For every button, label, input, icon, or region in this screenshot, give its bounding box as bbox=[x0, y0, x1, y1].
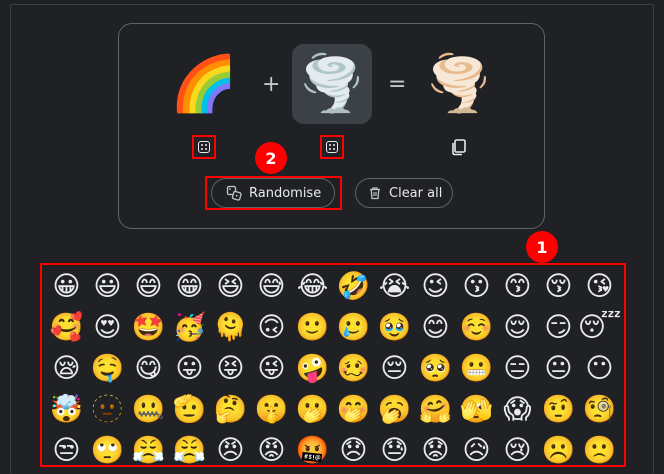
emoji-grid-cell[interactable]: 😬 bbox=[456, 348, 497, 389]
emoji-grid-cell[interactable]: 😌 bbox=[497, 307, 538, 348]
emoji-grid-cell[interactable]: 😃 bbox=[87, 266, 128, 307]
emoji-grid-cell[interactable]: 😶 bbox=[579, 348, 620, 389]
emoji-grid-cell[interactable]: 🙄 bbox=[87, 430, 128, 471]
emoji-grid-cell[interactable]: 😓 bbox=[374, 430, 415, 471]
emoji-grid-cell[interactable]: 🥴 bbox=[333, 348, 374, 389]
emoji-grid-highlight-box: 😀 😃 😄 😁 😆 😅 😂 🤣 😭 😉 😗 😙 😚 😘 🥰 😍 🤩 🥳 🫠 🙃 🙂 🥲 🥹 😊 ☺️ 😌 😏 😴 😪 🤤 😋 😛 😝 😜 🤪 🥴 😔 🥺 😬… bbox=[40, 263, 626, 467]
emoji-grid-cell[interactable]: 😏 bbox=[538, 307, 579, 348]
emoji-grid-cell[interactable]: 😐 bbox=[538, 348, 579, 389]
emoji-grid-cell[interactable]: 🤗 bbox=[415, 389, 456, 430]
emoji-grid-cell[interactable]: 🧐 bbox=[579, 389, 620, 430]
emoji-grid-cell[interactable]: ☺️ bbox=[456, 307, 497, 348]
emoji-grid-cell[interactable]: 😅 bbox=[251, 266, 292, 307]
emoji-grid-cell[interactable]: 😭 bbox=[374, 266, 415, 307]
equals-sign: = bbox=[388, 72, 407, 97]
emoji-grid-cell[interactable]: 😑 bbox=[497, 348, 538, 389]
left-emoji-slot[interactable]: 🌈 bbox=[164, 44, 244, 124]
emoji-grid-cell[interactable]: 🙁 bbox=[579, 430, 620, 471]
emoji-grid-cell[interactable]: 🫡 bbox=[169, 389, 210, 430]
emoji-grid-cell[interactable]: 😉 bbox=[415, 266, 456, 307]
clear-all-label: Clear all bbox=[389, 185, 443, 201]
emoji-grid-cell[interactable]: ☹️ bbox=[538, 430, 579, 471]
plus-sign: + bbox=[262, 72, 281, 97]
middle-emoji-slot[interactable]: 🌪️ bbox=[292, 44, 372, 124]
emoji-grid-cell[interactable]: 😙 bbox=[497, 266, 538, 307]
emoji-grid-cell[interactable]: 🫥 bbox=[87, 389, 128, 430]
emoji-grid-cell[interactable]: 😆 bbox=[210, 266, 251, 307]
emoji-grid-cell[interactable]: 😀 bbox=[46, 266, 87, 307]
emoji-grid-cell[interactable]: 🥺 bbox=[415, 348, 456, 389]
emoji-grid-cell[interactable]: 😁 bbox=[169, 266, 210, 307]
emoji-grid-cell[interactable]: 🥱 bbox=[374, 389, 415, 430]
copy-icon[interactable] bbox=[450, 138, 468, 156]
emoji-grid-cell[interactable]: 🤣 bbox=[333, 266, 374, 307]
emoji-grid-cell[interactable]: 🫣 bbox=[456, 389, 497, 430]
emoji-grid-cell[interactable]: 😞 bbox=[333, 430, 374, 471]
emoji-grid-cell[interactable]: 🙃 bbox=[251, 307, 292, 348]
emoji-grid-cell[interactable]: 😤 bbox=[169, 430, 210, 471]
trash-icon bbox=[370, 187, 380, 200]
emoji-grid-cell[interactable]: 🤔 bbox=[210, 389, 251, 430]
emoji-grid-cell[interactable]: 😢 bbox=[497, 430, 538, 471]
emoji-grid-cell[interactable]: 😒 bbox=[46, 430, 87, 471]
emoji-grid-cell[interactable]: 😪 bbox=[46, 348, 87, 389]
emoji-mixer-panel: 🌈 + 🌪️ = 🌪️ Randomise Clear all bbox=[118, 23, 545, 229]
emoji-grid-cell[interactable]: 😠 bbox=[210, 430, 251, 471]
emoji-grid-cell[interactable]: 😘 bbox=[579, 266, 620, 307]
annotation-badge-1: 1 bbox=[526, 231, 558, 263]
emoji-grid-cell[interactable]: 🫢 bbox=[292, 389, 333, 430]
emoji-grid-cell[interactable]: 😡 bbox=[251, 430, 292, 471]
result-emoji: 🌪️ bbox=[425, 52, 493, 115]
emoji-grid-cell[interactable]: 😂 bbox=[292, 266, 333, 307]
emoji-grid-cell[interactable]: 🤐 bbox=[128, 389, 169, 430]
middle-emoji: 🌪️ bbox=[298, 52, 366, 115]
emoji-grid-cell[interactable]: 🥲 bbox=[333, 307, 374, 348]
result-emoji-slot: 🌪️ bbox=[419, 44, 499, 124]
emoji-grid-cell[interactable]: 😴 bbox=[578, 307, 621, 348]
emoji-grid-cell[interactable]: 😔 bbox=[374, 348, 415, 389]
emoji-grid-cell[interactable]: 🥳 bbox=[169, 307, 210, 348]
emoji-grid-cell[interactable]: 🤫 bbox=[251, 389, 292, 430]
emoji-grid-cell[interactable]: 🫠 bbox=[210, 307, 251, 348]
emoji-grid-cell[interactable]: 🤩 bbox=[128, 307, 169, 348]
emoji-grid-cell[interactable]: 🤬 bbox=[292, 430, 333, 471]
emoji-grid-cell[interactable]: 😋 bbox=[128, 348, 169, 389]
emoji-grid-cell[interactable]: 😜 bbox=[251, 348, 292, 389]
emoji-grid: 😀 😃 😄 😁 😆 😅 😂 🤣 😭 😉 😗 😙 😚 😘 🥰 😍 🤩 🥳 🫠 🙃 🙂 🥲 🥹 😊 ☺️ 😌 😏 😴 😪 🤤 😋 😛 😝 😜 🤪 🥴 😔 🥺 😬… bbox=[46, 266, 621, 471]
emoji-grid-cell[interactable]: 😤 bbox=[128, 430, 169, 471]
clear-all-button[interactable]: Clear all bbox=[355, 178, 453, 208]
emoji-grid-cell[interactable]: 🤪 bbox=[292, 348, 333, 389]
emoji-grid-cell[interactable]: 😚 bbox=[538, 266, 579, 307]
randomize-left-dice-button[interactable] bbox=[192, 135, 216, 159]
emoji-grid-cell[interactable]: 🤭 bbox=[333, 389, 374, 430]
randomise-highlight-box bbox=[205, 176, 342, 210]
randomize-middle-dice-button[interactable] bbox=[320, 135, 344, 159]
emoji-grid-cell[interactable]: 😝 bbox=[210, 348, 251, 389]
emoji-grid-cell[interactable]: 😥 bbox=[456, 430, 497, 471]
annotation-badge-2: 2 bbox=[255, 142, 287, 174]
emoji-grid-cell[interactable]: 🙂 bbox=[292, 307, 333, 348]
emoji-grid-cell[interactable]: 🥹 bbox=[374, 307, 415, 348]
dice-icon bbox=[326, 141, 338, 153]
left-emoji: 🌈 bbox=[170, 52, 238, 115]
emoji-grid-cell[interactable]: 😍 bbox=[87, 307, 128, 348]
emoji-grid-cell[interactable]: 😊 bbox=[415, 307, 456, 348]
emoji-grid-cell[interactable]: 🤤 bbox=[87, 348, 128, 389]
emoji-grid-cell[interactable]: 😟 bbox=[415, 430, 456, 471]
emoji-grid-cell[interactable]: 😗 bbox=[456, 266, 497, 307]
emoji-grid-cell[interactable]: 🤨 bbox=[538, 389, 579, 430]
emoji-grid-cell[interactable]: 😄 bbox=[128, 266, 169, 307]
dice-icon bbox=[198, 141, 210, 153]
emoji-grid-cell[interactable]: 😛 bbox=[169, 348, 210, 389]
emoji-grid-cell[interactable]: 🤯 bbox=[46, 389, 87, 430]
emoji-grid-cell[interactable]: 🥰 bbox=[46, 307, 87, 348]
emoji-grid-cell[interactable]: 😱 bbox=[497, 389, 538, 430]
